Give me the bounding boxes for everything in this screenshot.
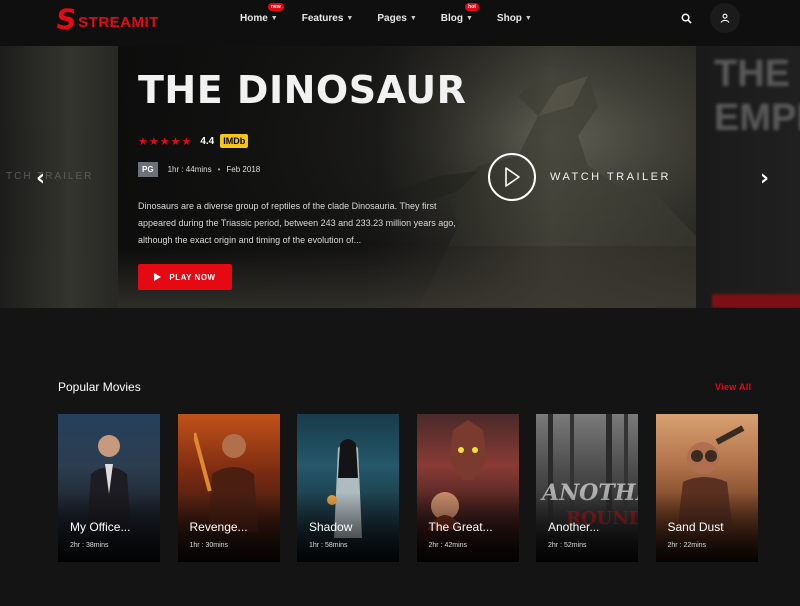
nav-home[interactable]: Home ▼ new [240, 2, 284, 24]
movie-card-title: Sand Dust [667, 520, 724, 534]
certificate-badge: PG [138, 162, 158, 177]
hero-slider: TCH TRAILER THE DINOSAUR ★★★★★ 4.4 IMDb … [0, 46, 800, 308]
search-button[interactable] [672, 6, 700, 30]
movie-card-duration: 1hr : 58mins [309, 542, 348, 549]
movie-card-duration: 2hr : 22mins [667, 542, 707, 549]
chevron-down-icon: ▼ [524, 14, 532, 22]
movie-card[interactable]: Revenge... 1hr : 30mins [177, 414, 280, 562]
movie-card[interactable]: Sand Dust 2hr : 22mins [655, 414, 758, 562]
movie-card-duration: 2hr : 38mins [70, 542, 109, 549]
nav-blog[interactable]: Blog ▼ hot [440, 2, 479, 24]
slider-prev-arrow[interactable]: ‹ [36, 166, 45, 191]
movie-card-title: The Great... [428, 520, 493, 534]
movie-card[interactable]: ANOTHERROUND Another... 2hr : 52mins [536, 414, 638, 562]
play-circle-icon [488, 153, 536, 201]
movie-card-duration: 1hr : 30mins [189, 542, 229, 549]
movie-card-title: Revenge... [189, 520, 248, 534]
chevron-down-icon: ▼ [409, 14, 417, 22]
separator-dot: • [217, 165, 221, 174]
next-slide-ghost-title: THE EMPI [714, 53, 800, 139]
nav-shop-label: Shop [496, 12, 522, 24]
watch-trailer-label: WATCH TRAILER [550, 171, 671, 183]
hot-badge: hot [465, 2, 479, 11]
nav-pages[interactable]: Pages ▼ [377, 13, 416, 24]
nav-home-label: Home [240, 12, 268, 24]
release-date: Feb 2018 [226, 165, 261, 174]
previous-slide-ghost-text: TCH TRAILER [6, 171, 94, 182]
next-slide-ghost-button [712, 294, 800, 308]
popular-movies-row: My Office... 2hr : 38mins Revenge... 1hr… [58, 414, 775, 562]
movie-meta: PG 1hr : 44mins • Feb 2018 [138, 162, 260, 177]
logo-text: STREAMIT [78, 13, 159, 31]
streamit-logo[interactable]: S STREAMIT [53, 3, 159, 36]
chevron-down-icon: ▼ [270, 14, 278, 22]
nav-pages-label: Pages [377, 12, 407, 24]
movie-card[interactable]: My Office... 2hr : 38mins [58, 414, 160, 562]
popular-movies-heading: Popular Movies [58, 380, 141, 394]
nav-features-label: Features [301, 12, 344, 24]
watch-trailer-button[interactable]: WATCH TRAILER [488, 153, 671, 201]
chevron-down-icon: ▼ [465, 14, 473, 22]
nav-blog-label: Blog [440, 12, 463, 24]
user-icon [720, 13, 730, 23]
logo-mark: S [53, 3, 79, 36]
rating-value: 4.4 [200, 135, 215, 147]
movie-title: THE DINOSAUR [138, 68, 467, 112]
movie-card-duration: 2hr : 52mins [548, 542, 587, 549]
movie-card-title: Another... [548, 520, 600, 534]
previous-slide-preview[interactable]: TCH TRAILER [0, 46, 118, 308]
nav-features[interactable]: Features ▼ [302, 13, 354, 24]
movie-duration: 1hr : 44mins [167, 165, 212, 174]
new-badge: new [268, 2, 284, 11]
play-now-button[interactable]: PLAY NOW [138, 264, 232, 290]
movie-card-duration: 2hr : 42mins [428, 542, 468, 549]
imdb-badge: IMDb [220, 134, 249, 148]
movie-description: Dinosaurs are a diverse group of reptile… [138, 201, 456, 245]
play-icon [154, 273, 162, 281]
movie-card[interactable]: The Great... 2hr : 42mins [416, 414, 519, 562]
search-icon [681, 13, 692, 24]
slider-next-arrow[interactable]: › [760, 166, 769, 191]
movie-card-title: Shadow [309, 520, 353, 534]
user-account-button[interactable] [710, 3, 740, 33]
current-slide: THE DINOSAUR ★★★★★ 4.4 IMDb PG 1hr : 44m… [118, 46, 696, 308]
play-now-label: PLAY NOW [169, 272, 216, 282]
nav-shop[interactable]: Shop ▼ [497, 13, 532, 24]
star-rating: ★★★★★ [138, 135, 193, 148]
view-all-link[interactable]: View All [715, 382, 751, 392]
movie-card[interactable]: Shadow 1hr : 58mins [297, 414, 399, 562]
main-nav: Home ▼ new Features ▼ Pages ▼ Blog ▼ hot Sho… [240, 0, 556, 36]
next-slide-preview[interactable]: THE EMPI [696, 46, 800, 308]
rating-row: ★★★★★ 4.4 IMDb [138, 134, 249, 148]
chevron-down-icon: ▼ [346, 14, 354, 22]
top-navbar: S STREAMIT Home ▼ new Features ▼ Pages ▼ Bl… [0, 0, 800, 46]
movie-card-title: My Office... [70, 520, 131, 534]
